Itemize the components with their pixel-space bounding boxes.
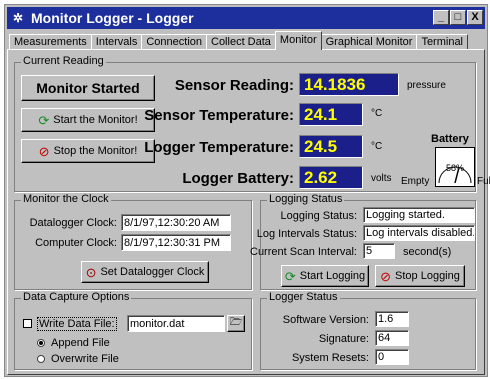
battery-percent-label: 58% [446, 163, 464, 173]
clock-icon: ⊙ [85, 264, 97, 280]
browse-file-button[interactable]: 🗁 [227, 315, 245, 332]
data-capture-group: Data Capture Options Write Data File: mo… [14, 291, 252, 370]
overwrite-file-radio[interactable] [37, 355, 45, 363]
battery-gauge-title: Battery [431, 133, 469, 145]
overwrite-file-label: Overwrite File [51, 353, 119, 365]
app-window: ✲ Monitor Logger - Logger _ □ X Measurem… [4, 4, 490, 377]
logger-battery-value: 2.62 [299, 166, 363, 189]
sensor-temperature-label: Sensor Temperature: [144, 107, 294, 124]
append-file-radio[interactable] [37, 339, 45, 347]
datalogger-clock-label: Datalogger Clock: [29, 217, 117, 229]
logger-status-group: Logger Status Software Version: 1.6 Sign… [260, 291, 476, 370]
close-button[interactable]: X [467, 10, 483, 25]
group-legend: Current Reading [21, 55, 106, 67]
stop-monitor-button[interactable]: ⊘ Stop the Monitor! [21, 139, 155, 163]
group-legend: Logging Status [267, 193, 345, 205]
log-intervals-status-field[interactable]: Log intervals disabled. [363, 225, 475, 241]
logger-battery-label: Logger Battery: [182, 170, 294, 187]
sensor-temperature-value: 24.1 [299, 103, 363, 126]
group-legend: Logger Status [267, 291, 340, 303]
tab-collect-data[interactable]: Collect Data [206, 34, 276, 50]
signature-field[interactable]: 64 [375, 330, 409, 346]
logger-temperature-value: 24.5 [299, 135, 363, 158]
append-file-label: Append File [51, 337, 110, 349]
write-data-file-checkbox[interactable] [23, 319, 32, 328]
tab-terminal[interactable]: Terminal [416, 34, 469, 50]
group-legend: Data Capture Options [21, 291, 132, 303]
minimize-button[interactable]: _ [433, 10, 449, 25]
tab-measurements[interactable]: Measurements [9, 34, 92, 50]
app-icon: ✲ [12, 11, 24, 25]
battery-full-label: Full [477, 176, 490, 187]
maximize-button[interactable]: □ [450, 10, 466, 25]
tab-monitor[interactable]: Monitor [274, 31, 322, 50]
computer-clock-label: Computer Clock: [35, 237, 117, 249]
battery-gauge: 58% [435, 147, 475, 187]
stop-icon: ⊘ [380, 268, 392, 284]
scan-interval-field[interactable]: 5 [363, 243, 395, 259]
window-title: Monitor Logger - Logger [31, 10, 194, 26]
start-logging-label: Start Logging [299, 270, 366, 282]
logging-status-label: Logging Status: [280, 210, 357, 222]
system-resets-label: System Resets: [291, 352, 369, 364]
start-monitor-button[interactable]: ⟳ Start the Monitor! [21, 108, 155, 132]
data-file-field[interactable]: monitor.dat [127, 315, 225, 332]
sensor-reading-value: 14.1836 [299, 73, 399, 96]
folder-icon: 🗁 [229, 317, 243, 328]
start-monitor-label: Start the Monitor! [53, 114, 138, 126]
sensor-temperature-unit: °C [371, 108, 383, 119]
start-logging-button[interactable]: ⟳ Start Logging [281, 265, 369, 287]
signature-label: Signature: [318, 333, 369, 345]
tab-intervals[interactable]: Intervals [90, 34, 143, 50]
battery-empty-label: Empty [401, 176, 430, 187]
logging-status-group: Logging Status Logging Status: Logging s… [250, 193, 476, 290]
logger-temperature-label: Logger Temperature: [144, 139, 294, 156]
group-legend: Monitor the Clock [21, 193, 111, 205]
set-datalogger-clock-button[interactable]: ⊙ Set Datalogger Clock [81, 261, 209, 283]
title-bar[interactable]: ✲ Monitor Logger - Logger _ □ X [7, 7, 485, 29]
software-version-field[interactable]: 1.6 [375, 311, 409, 327]
logger-temperature-unit: °C [371, 141, 383, 152]
log-intervals-status-label: Log Intervals Status: [256, 228, 357, 240]
sensor-reading-unit: pressure [407, 80, 446, 91]
tab-strip: Measurements Intervals Connection Collec… [9, 31, 469, 50]
refresh-icon: ⟳ [38, 112, 50, 128]
sensor-reading-label: Sensor Reading: [174, 77, 294, 94]
datalogger-clock-field[interactable]: 8/1/97,12:30:20 AM [121, 214, 231, 231]
scan-interval-unit: second(s) [403, 246, 452, 258]
stop-logging-label: Stop Logging [395, 270, 460, 282]
scan-interval-label: Current Scan Interval: [250, 246, 357, 258]
monitor-page: Current Reading Monitor Started ⟳ Start … [7, 49, 490, 375]
refresh-icon: ⟳ [284, 268, 296, 284]
tab-graphical-monitor[interactable]: Graphical Monitor [320, 34, 418, 50]
computer-clock-field[interactable]: 8/1/97,12:30:31 PM [121, 234, 231, 251]
system-resets-field[interactable]: 0 [375, 349, 409, 365]
write-data-file-label[interactable]: Write Data File: [37, 317, 117, 331]
stop-logging-button[interactable]: ⊘ Stop Logging [375, 265, 465, 287]
logger-battery-unit: volts [371, 173, 392, 184]
stop-monitor-label: Stop the Monitor! [53, 145, 138, 157]
software-version-label: Software Version: [282, 314, 369, 326]
current-reading-group: Current Reading Monitor Started ⟳ Start … [14, 55, 490, 192]
monitor-status-button[interactable]: Monitor Started [21, 75, 155, 101]
clock-group: Monitor the Clock Datalogger Clock: 8/1/… [14, 193, 252, 290]
stop-icon: ⊘ [38, 143, 50, 159]
set-clock-label: Set Datalogger Clock [100, 266, 205, 278]
logging-status-field[interactable]: Logging started. [363, 207, 475, 223]
tab-connection[interactable]: Connection [141, 34, 207, 50]
